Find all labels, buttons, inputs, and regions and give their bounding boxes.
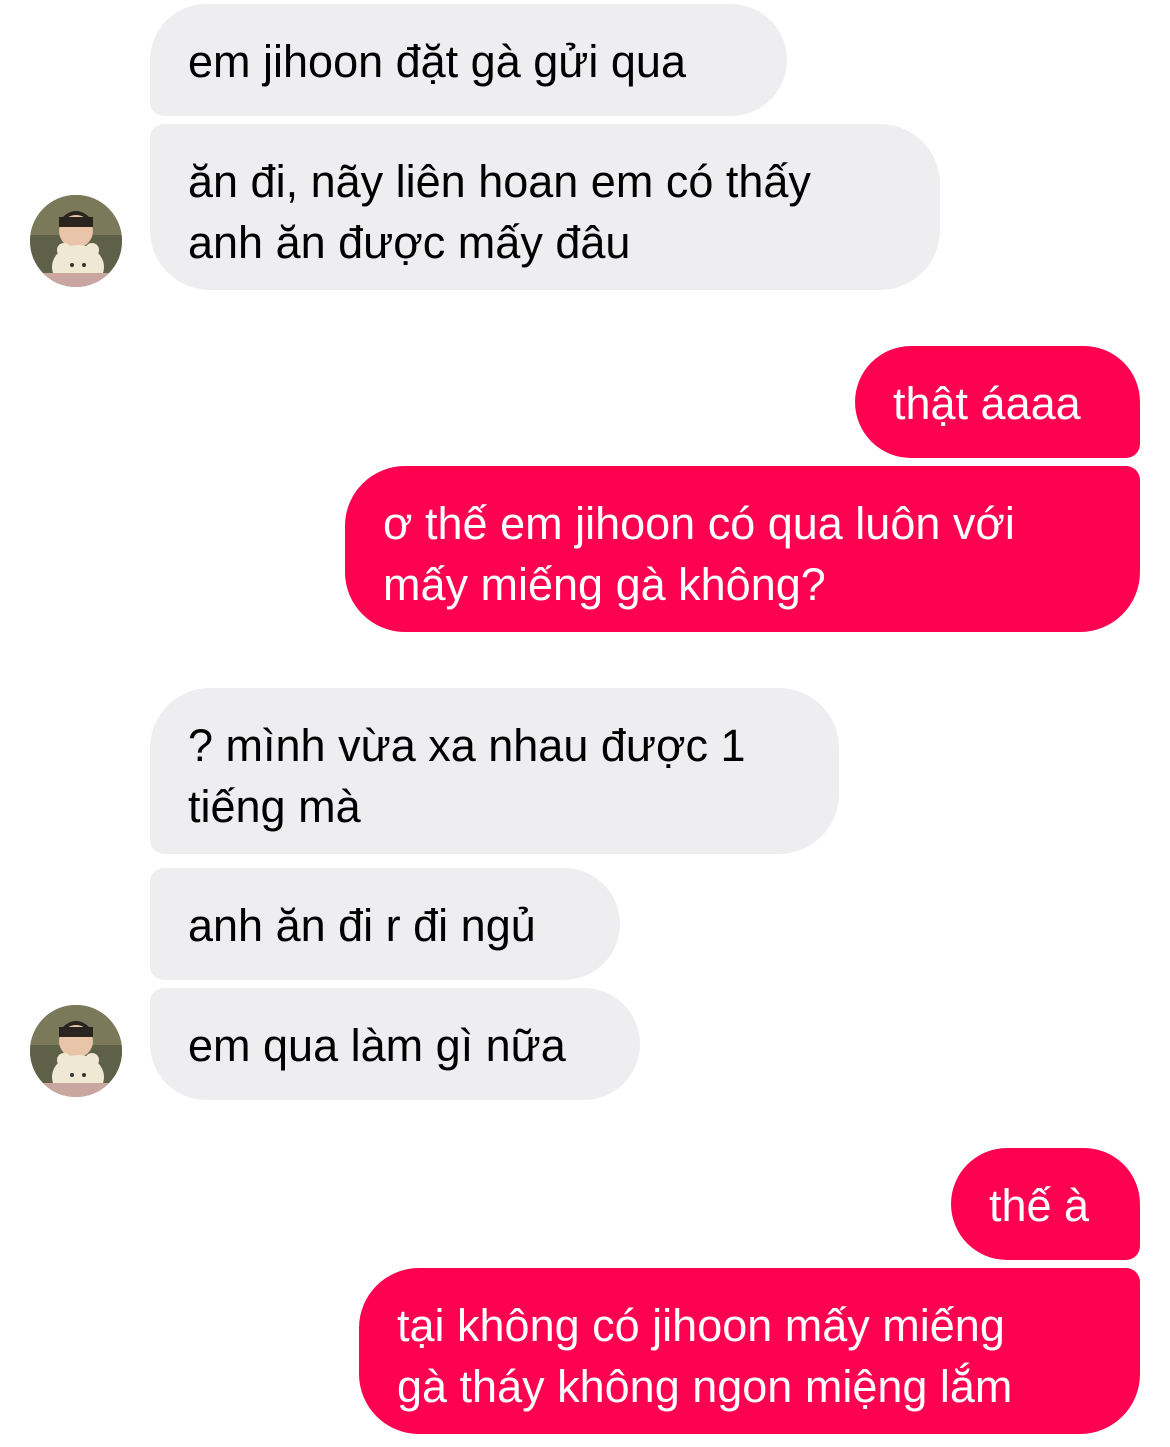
received-message[interactable]: ăn đi, nãy liên hoan em có thấy anh ăn đ… <box>150 124 940 290</box>
received-message[interactable]: em jihoon đặt gà gửi qua <box>150 4 787 116</box>
sent-message[interactable]: thật áaaa <box>855 346 1140 458</box>
avatar-photo-icon <box>30 1005 122 1097</box>
sent-message[interactable]: ơ thế em jihoon có qua luôn với mấy miến… <box>345 466 1140 632</box>
received-message[interactable]: anh ăn đi r đi ngủ <box>150 868 620 980</box>
contact-avatar[interactable] <box>30 1005 122 1097</box>
avatar-photo-icon <box>30 195 122 287</box>
contact-avatar[interactable] <box>30 195 122 287</box>
sent-message[interactable]: thế à <box>951 1148 1140 1260</box>
received-message[interactable]: ? mình vừa xa nhau được 1 tiếng mà <box>150 688 839 854</box>
sent-message[interactable]: tại không có jihoon mấy miếng gà tháy kh… <box>359 1268 1140 1434</box>
received-message[interactable]: em qua làm gì nữa <box>150 988 640 1100</box>
